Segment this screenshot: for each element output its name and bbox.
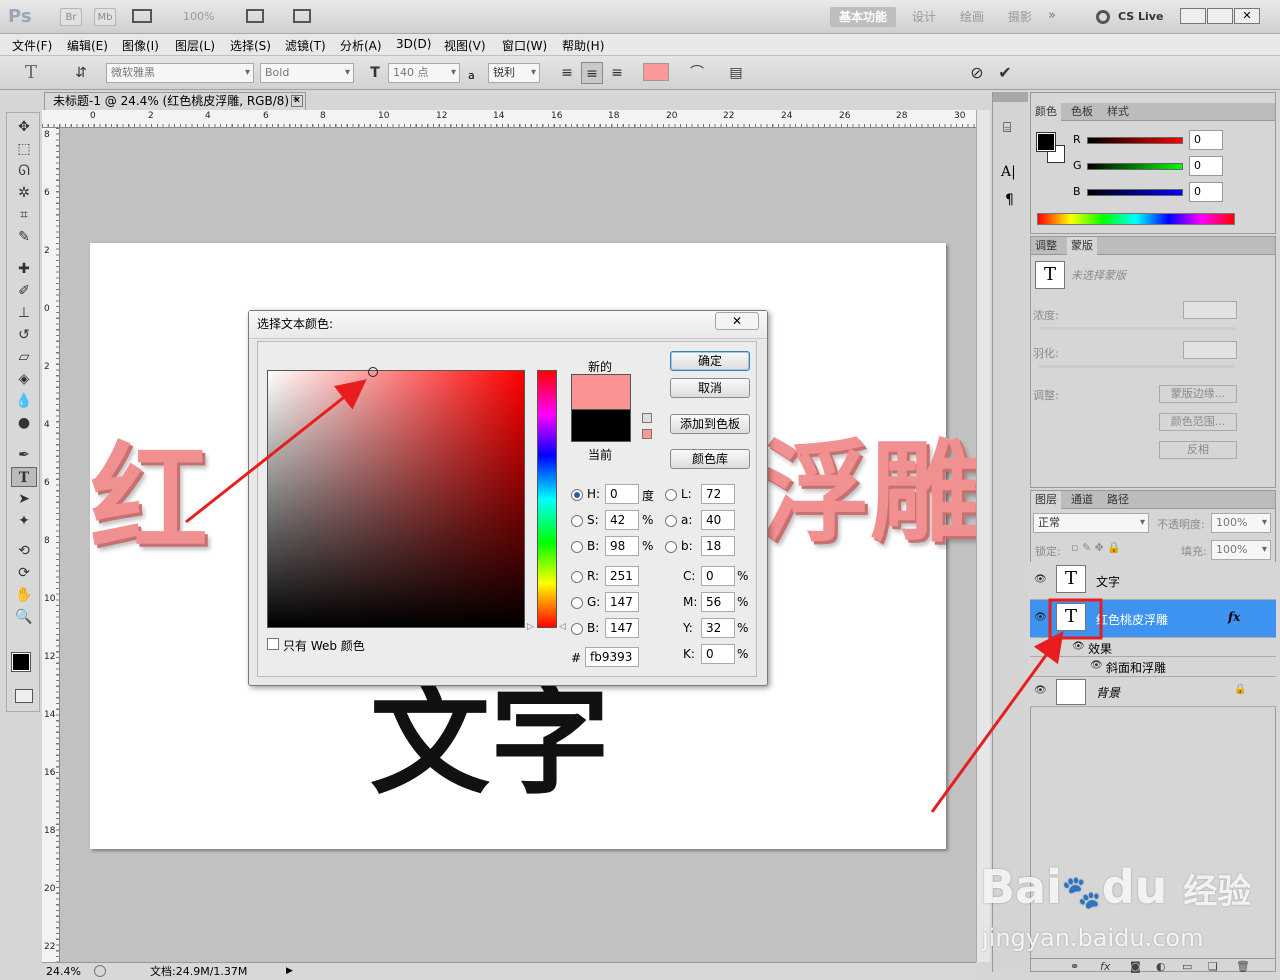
annotation-overlay: [185, 379, 1103, 813]
annotation-arrow-layer: [930, 631, 1064, 813]
annotation-box-thumb: [1048, 598, 1103, 640]
color-panel-foreground[interactable]: [1036, 132, 1056, 152]
watermark-brand: 经验: [1183, 872, 1252, 912]
watermark-bai: Bai: [980, 860, 1062, 914]
watermark-du: du: [1101, 860, 1168, 914]
watermark-logo: Bai🐾du 经验: [980, 860, 1252, 914]
annotation-arrow-picker: [185, 379, 367, 524]
watermark-url: jingyan.baidu.com: [982, 924, 1204, 952]
